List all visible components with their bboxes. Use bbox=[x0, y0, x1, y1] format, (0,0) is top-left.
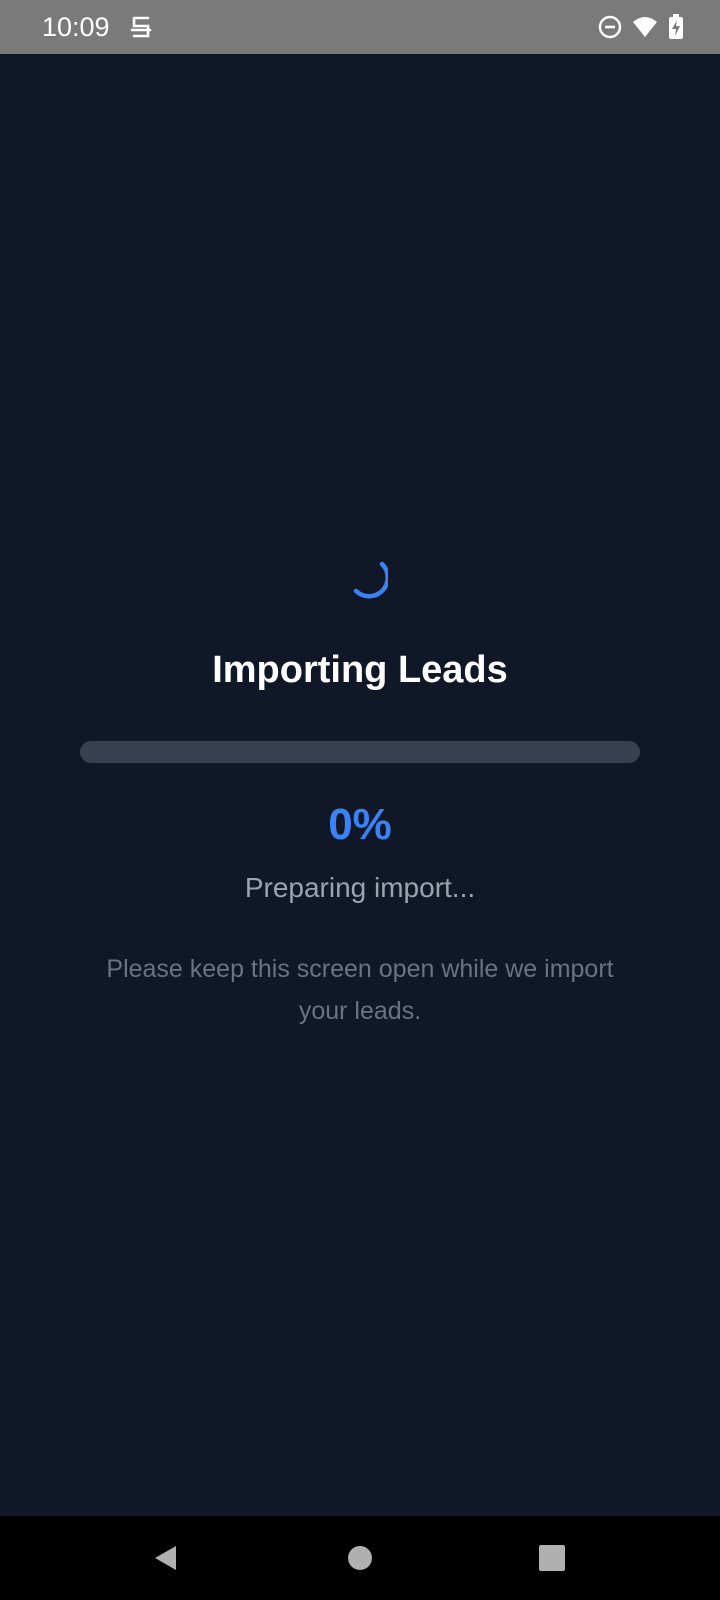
page-title: Importing Leads bbox=[212, 649, 508, 691]
keep-open-hint: Please keep this screen open while we im… bbox=[106, 955, 614, 1025]
wifi-icon bbox=[633, 17, 657, 37]
loading-spinner-icon bbox=[353, 561, 388, 599]
import-screen: Importing Leads 0% Preparing import... P… bbox=[0, 54, 720, 1516]
progress-percent: 0% bbox=[328, 800, 392, 849]
navigation-bar bbox=[0, 1516, 720, 1600]
recents-icon[interactable] bbox=[536, 1542, 568, 1574]
status-bar: 10:09 bbox=[0, 0, 720, 54]
back-icon[interactable] bbox=[150, 1542, 182, 1574]
do-not-disturb-icon bbox=[598, 15, 622, 39]
home-icon[interactable] bbox=[344, 1542, 376, 1574]
import-status-text: Preparing import... bbox=[244, 872, 476, 903]
import-progress-bar bbox=[80, 741, 640, 763]
status-time: 10:09 bbox=[42, 12, 110, 42]
battery-charging-icon bbox=[669, 14, 683, 39]
app-notification-icon bbox=[130, 16, 152, 38]
